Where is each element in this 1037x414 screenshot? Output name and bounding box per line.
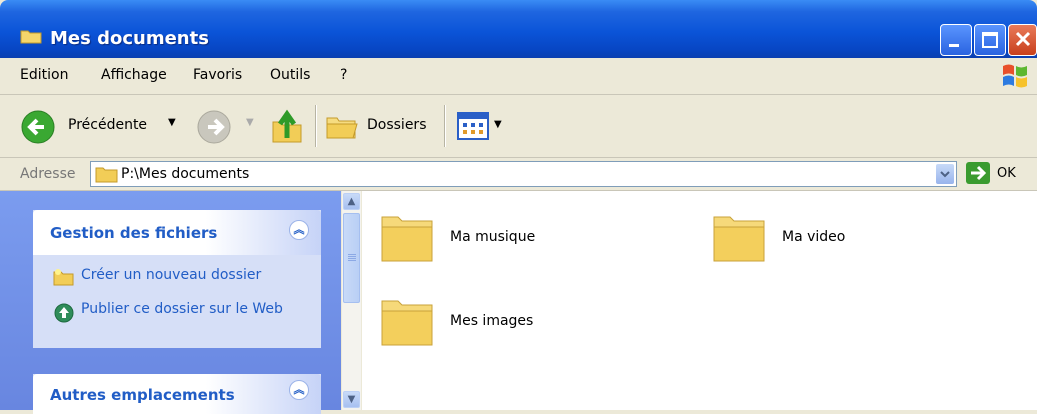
file-tasks-panel: Gestion des fichiers ︽ Créer un nouveau … — [33, 210, 321, 348]
address-input[interactable]: P:\Mes documents — [90, 161, 957, 187]
toolbar: Précédente ▼ ▼ Dossiers ▼ — [0, 95, 1037, 158]
folder-item[interactable]: Mes images — [380, 293, 580, 353]
task-pane-scrollbar[interactable]: ▲ ▼ — [342, 191, 361, 410]
maximize-icon — [982, 32, 998, 48]
menu-edition[interactable]: Edition — [20, 67, 68, 83]
views-dropdown-icon: ▼ — [494, 119, 502, 130]
toolbar-separator — [444, 105, 445, 147]
folder-label: Ma musique — [450, 229, 536, 245]
other-places-title: Autres emplacements — [50, 386, 235, 404]
new-folder-icon — [53, 269, 74, 286]
collapse-icon[interactable]: ︽ — [289, 220, 309, 240]
folder-icon — [20, 30, 42, 44]
create-folder-label: Créer un nouveau dossier — [81, 267, 262, 283]
forward-arrow-icon — [197, 110, 231, 144]
publish-web-icon — [54, 303, 74, 323]
grip-icon — [348, 254, 356, 255]
back-arrow-icon — [21, 110, 55, 144]
menu-favoris[interactable]: Favoris — [193, 67, 242, 83]
folder-icon — [713, 216, 765, 262]
menu-help[interactable]: ? — [340, 67, 347, 83]
views-button[interactable]: ▼ — [456, 109, 508, 143]
collapse-icon[interactable]: ︽ — [289, 380, 309, 400]
menu-outils[interactable]: Outils — [270, 67, 310, 83]
folders-label: Dossiers — [367, 117, 427, 133]
window-title: Mes documents — [50, 28, 209, 49]
folder-label: Ma video — [782, 229, 846, 245]
folders-icon — [326, 117, 358, 139]
folder-icon — [95, 167, 118, 183]
address-value: P:\Mes documents — [121, 166, 250, 182]
back-button[interactable]: Précédente ▼ — [20, 107, 190, 145]
folder-item[interactable]: Ma video — [712, 209, 912, 269]
address-label: Adresse — [20, 166, 76, 182]
go-arrow-icon — [971, 165, 987, 181]
task-pane: Gestion des fichiers ︽ Créer un nouveau … — [0, 191, 341, 414]
address-bar: Adresse P:\Mes documents OK — [0, 158, 1037, 191]
other-places-header[interactable]: Autres emplacements ︽ — [33, 374, 321, 414]
folder-icon — [381, 300, 433, 346]
minimize-icon — [949, 44, 959, 47]
other-places-panel: Autres emplacements ︽ — [33, 374, 321, 414]
folder-label: Mes images — [450, 313, 534, 329]
scroll-thumb[interactable] — [343, 213, 360, 303]
file-tasks-header[interactable]: Gestion des fichiers ︽ — [33, 210, 321, 255]
chevron-down-icon — [940, 171, 950, 178]
views-icon — [457, 112, 489, 140]
publish-folder-label: Publier ce dossier sur le Web — [81, 301, 283, 317]
folder-icon — [381, 216, 433, 262]
close-icon — [1015, 31, 1031, 47]
go-label[interactable]: OK — [997, 166, 1016, 181]
toolbar-separator — [315, 105, 316, 147]
title-bar[interactable]: Mes documents — [0, 0, 1037, 58]
forward-button[interactable]: ▼ — [196, 107, 264, 145]
maximize-button[interactable] — [974, 24, 1006, 56]
windows-logo-icon — [1003, 64, 1027, 88]
back-dropdown-icon[interactable]: ▼ — [168, 117, 176, 128]
scroll-up-button[interactable]: ▲ — [343, 193, 360, 210]
back-label: Précédente — [68, 117, 148, 133]
folder-view[interactable]: Ma musique Ma video Mes images — [362, 191, 1037, 410]
scroll-down-button[interactable]: ▼ — [343, 391, 360, 408]
forward-dropdown-icon: ▼ — [246, 117, 254, 128]
address-dropdown-button[interactable] — [936, 164, 954, 184]
menu-bar: Edition Affichage Favoris Outils ? — [0, 58, 1037, 95]
close-button[interactable] — [1008, 24, 1037, 56]
folder-item[interactable]: Ma musique — [380, 209, 580, 269]
file-tasks-title: Gestion des fichiers — [50, 224, 218, 242]
go-button[interactable] — [966, 162, 990, 184]
menu-affichage[interactable]: Affichage — [101, 67, 167, 83]
folders-button[interactable]: Dossiers — [325, 107, 437, 145]
minimize-button[interactable] — [940, 24, 972, 56]
up-folder-icon[interactable] — [270, 108, 304, 144]
